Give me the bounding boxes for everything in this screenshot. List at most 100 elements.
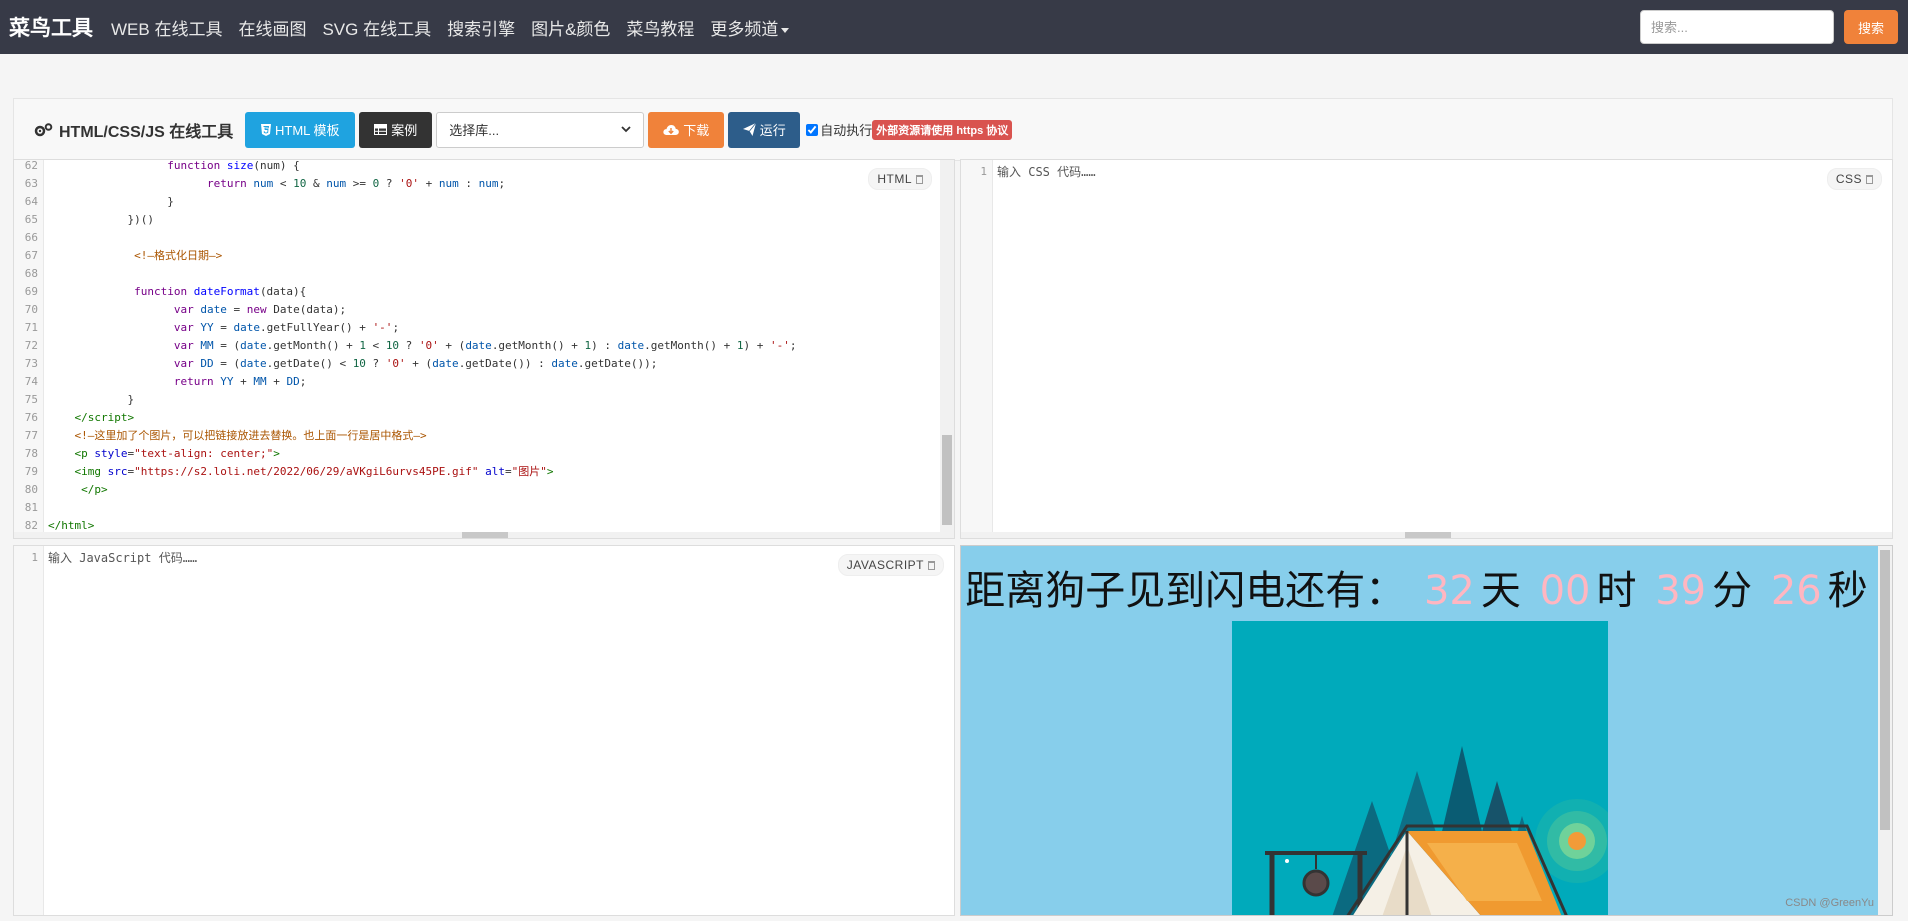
line-number: 77 xyxy=(24,429,38,442)
js-code-area[interactable]: 1 输入 JavaScript 代码…… xyxy=(14,549,940,567)
code-line: 64 } xyxy=(14,193,940,211)
line-number: 76 xyxy=(24,411,38,424)
html-scroll-thumb[interactable] xyxy=(942,435,952,525)
line-number: 1 xyxy=(31,551,38,564)
html-horizontal-scrollbar[interactable] xyxy=(14,532,940,538)
code-text: })() xyxy=(48,213,154,226)
line-number: 67 xyxy=(24,249,38,262)
https-notice-badge: 外部资源请使用 https 协议 xyxy=(872,119,1013,140)
camping-gif-image xyxy=(1232,621,1608,915)
js-editor[interactable]: 1 输入 JavaScript 代码…… JAVASCRIPT xyxy=(13,545,955,916)
html-lang-label: HTML xyxy=(877,172,912,186)
line-number: 64 xyxy=(24,195,38,208)
code-line: 62 function size(num) { xyxy=(14,159,940,175)
run-button[interactable]: 运行 xyxy=(728,111,801,148)
caret-down-icon xyxy=(781,27,790,33)
code-text: } xyxy=(48,195,174,208)
code-line: 74 return YY + MM + DD; xyxy=(14,373,940,391)
result-preview: 距离狗子见到闪电还有： 32 天 00 时 39 分 26 秒 CSDN @Gr… xyxy=(960,545,1893,916)
code-text: <!—格式化日期—> xyxy=(134,249,223,262)
examples-button[interactable]: 案例 xyxy=(359,111,433,148)
nav-online-draw[interactable]: 在线画图 xyxy=(230,15,314,40)
html-lang-badge: HTML xyxy=(868,168,932,190)
nav-image-color[interactable]: 图片&颜色 xyxy=(523,15,618,40)
code-line: 79 <img src="https://s2.loli.net/2022/06… xyxy=(14,463,940,481)
js-placeholder: 输入 JavaScript 代码…… xyxy=(48,551,198,565)
code-line: 65 })() xyxy=(14,211,940,229)
code-line: 77 <!—这里加了个图片，可以把链接放进去替换。也上面一行是居中格式—> xyxy=(14,427,940,445)
code-text: var YY = date.getFullYear() + '-'; xyxy=(173,321,400,334)
brand-logo[interactable]: 菜鸟工具 xyxy=(9,12,93,42)
code-line: 70 var date = new Date(data); xyxy=(14,301,940,319)
code-line: 80 </p> xyxy=(14,481,940,499)
download-button[interactable]: 下载 xyxy=(648,111,725,148)
line-number: 71 xyxy=(24,321,38,334)
html-template-button[interactable]: HTML 模板 xyxy=(245,111,356,148)
nav-web-tools[interactable]: WEB 在线工具 xyxy=(103,15,230,40)
line-gutter xyxy=(14,546,44,915)
code-line: 63 return num < 10 & num >= 0 ? '0' + nu… xyxy=(14,175,940,193)
nav-more-channels[interactable]: 更多频道 xyxy=(702,15,797,40)
line-number: 72 xyxy=(24,339,38,352)
line-number: 70 xyxy=(24,303,38,316)
csdn-watermark: CSDN @GreenYu xyxy=(1785,897,1874,909)
auto-run-checkbox[interactable] xyxy=(806,123,819,136)
line-number: 68 xyxy=(24,267,38,280)
preview-vertical-scrollbar[interactable] xyxy=(1878,546,1892,915)
html-code-area[interactable]: 62 function size(num) {63 return num < 1… xyxy=(14,159,940,535)
run-label: 运行 xyxy=(759,123,786,138)
code-line: 66 xyxy=(14,229,940,247)
code-line: 78 <p style="text-align: center;"> xyxy=(14,445,940,463)
line-number: 81 xyxy=(24,501,38,514)
code-line: 71 var YY = date.getFullYear() + '-'; xyxy=(14,319,940,337)
nav-more-label: 更多频道 xyxy=(710,19,779,39)
html-template-label: HTML 模板 xyxy=(274,123,340,138)
trash-icon[interactable] xyxy=(1866,174,1873,184)
code-line: 75 } xyxy=(14,391,940,409)
code-text: function size(num) { xyxy=(167,159,300,172)
nav-svg-tools[interactable]: SVG 在线工具 xyxy=(314,15,439,40)
nav-search-engine[interactable]: 搜索引擎 xyxy=(439,15,523,40)
library-select[interactable]: 选择库... xyxy=(436,111,645,148)
trash-icon[interactable] xyxy=(928,560,935,570)
code-text: </p> xyxy=(81,483,108,496)
code-text: return num < 10 & num >= 0 ? '0' + num :… xyxy=(206,177,506,190)
code-line: 68 xyxy=(14,265,940,283)
css-horizontal-scrollbar[interactable] xyxy=(961,532,1892,538)
line-number: 78 xyxy=(24,447,38,460)
chevron-down-icon xyxy=(621,126,631,133)
preview-scroll-thumb[interactable] xyxy=(1880,550,1890,830)
minutes-unit: 分 xyxy=(1712,568,1753,614)
html5-icon xyxy=(260,123,271,136)
html-vertical-scrollbar[interactable] xyxy=(940,160,954,538)
css-placeholder: 输入 CSS 代码…… xyxy=(997,165,1096,179)
days-unit: 天 xyxy=(1480,568,1521,614)
search-button[interactable]: 搜索 xyxy=(1844,10,1898,44)
css-lang-label: CSS xyxy=(1835,172,1862,186)
auto-run-toggle[interactable]: 自动执行 xyxy=(806,120,872,139)
seconds-unit: 秒 xyxy=(1827,568,1868,614)
trash-icon[interactable] xyxy=(916,174,923,184)
line-number: 63 xyxy=(24,177,38,190)
countdown-text: 距离狗子见到闪电还有： 32 天 00 时 39 分 26 秒 xyxy=(961,558,1872,616)
line-number: 62 xyxy=(24,159,38,172)
search-input[interactable] xyxy=(1640,10,1834,44)
table-icon xyxy=(374,124,388,135)
html-hscroll-thumb[interactable] xyxy=(462,532,508,538)
cloud-download-icon xyxy=(663,124,680,135)
line-gutter xyxy=(961,160,993,538)
library-select-value: 选择库... xyxy=(449,123,500,138)
html-editor[interactable]: 62 function size(num) {63 return num < 1… xyxy=(13,159,955,539)
css-hscroll-thumb[interactable] xyxy=(1405,532,1451,538)
line-number: 79 xyxy=(24,465,38,478)
css-editor[interactable]: 1 输入 CSS 代码…… CSS xyxy=(960,159,1893,539)
hours-unit: 时 xyxy=(1596,568,1637,614)
code-line: 81 xyxy=(14,499,940,517)
nav-tutorial[interactable]: 菜鸟教程 xyxy=(618,15,702,40)
css-code-area[interactable]: 1 输入 CSS 代码…… xyxy=(961,163,1878,181)
css-lang-badge: CSS xyxy=(1826,168,1882,190)
code-line: 69 function dateFormat(data){ xyxy=(14,283,940,301)
tool-title: HTML/CSS/JS 在线工具 xyxy=(34,118,233,142)
